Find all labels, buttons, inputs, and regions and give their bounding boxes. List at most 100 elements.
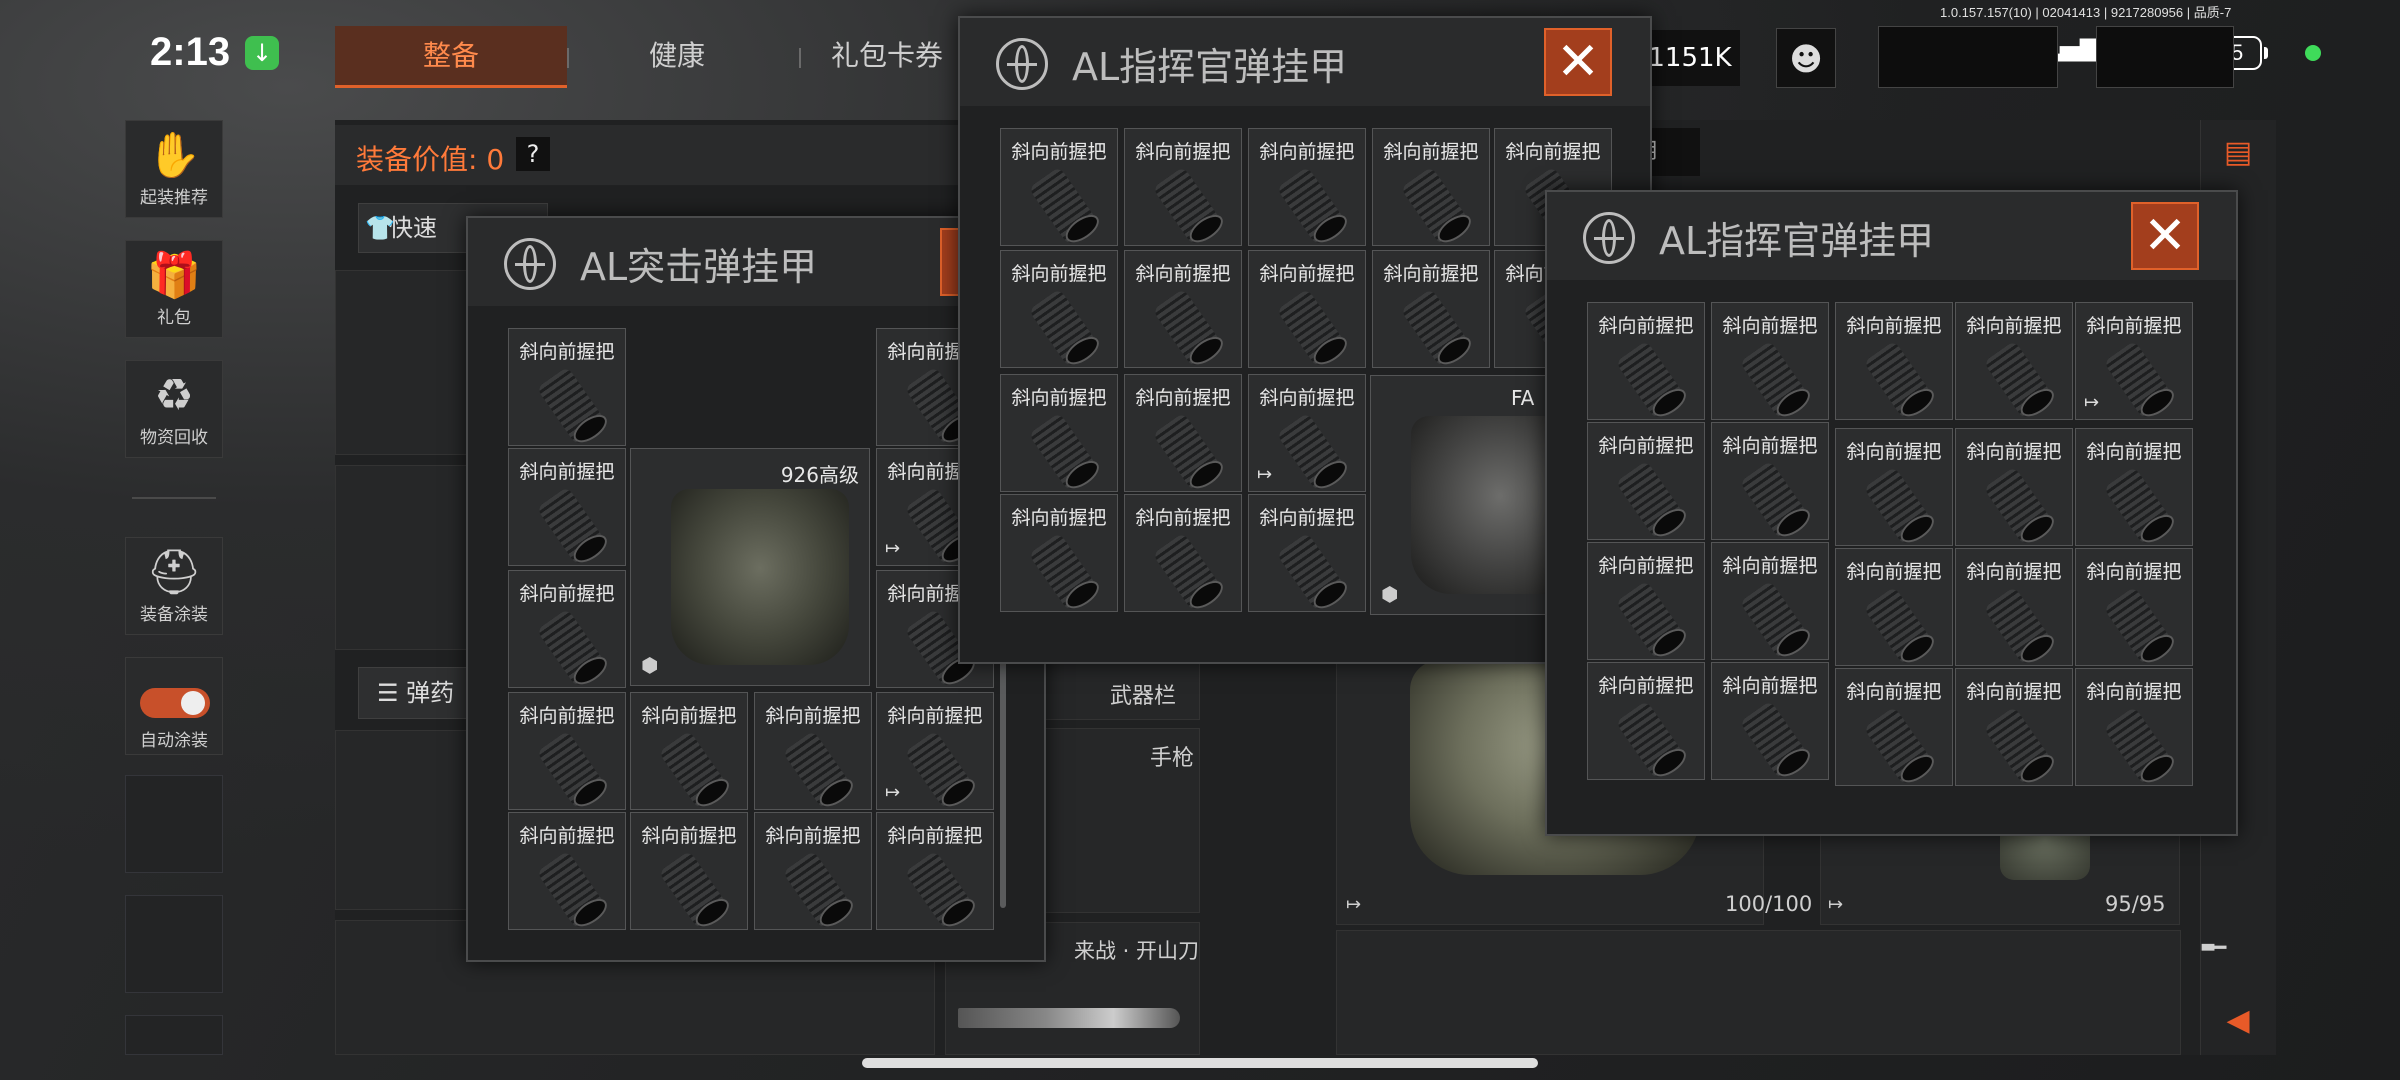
rifle-icon[interactable]: ╾ xyxy=(2202,925,2226,971)
foregrip-image xyxy=(536,850,608,930)
container-window-commander-rig: AL指挥官弹挂甲 ✕ 斜向前握把 斜向前握把 斜向前握把 斜向前握把 斜向前握把 ↦ 斜向前… xyxy=(1545,190,2238,836)
tab-health[interactable]: 健康 xyxy=(567,26,787,88)
gift-icon: 🎁 xyxy=(146,250,202,301)
unequip-icon[interactable]: ↦ xyxy=(2084,392,2099,413)
inventory-item-foregrip[interactable]: 斜向前握把 xyxy=(1955,302,2073,420)
foregrip-image xyxy=(1615,580,1687,660)
item-label: 斜向前握把 xyxy=(765,705,861,727)
item-label: 斜向前握把 xyxy=(1135,387,1231,409)
inventory-item-foregrip[interactable]: 斜向前握把 ↦ xyxy=(876,692,994,810)
inventory-item-foregrip[interactable]: 斜向前握把 xyxy=(2075,428,2193,546)
sidebar-item-label: 礼包 xyxy=(157,308,191,328)
currency-display[interactable]: 1151K xyxy=(1640,30,1740,86)
shirt-icon: 👕 xyxy=(365,214,395,242)
item-label: 斜向前握把 xyxy=(2086,441,2182,463)
tab-equip[interactable]: 整备 xyxy=(335,26,567,88)
inventory-item-foregrip[interactable]: 斜向前握把 xyxy=(1248,128,1366,246)
inventory-item-foregrip[interactable]: 斜向前握把 xyxy=(1124,250,1242,368)
inventory-item-foregrip[interactable]: 斜向前握把 xyxy=(508,448,626,566)
inventory-item-foregrip[interactable]: 斜向前握把 xyxy=(1835,548,1953,666)
weapon-slot-label: 武器栏 xyxy=(1110,684,1177,709)
unequip-icon[interactable]: ↦ xyxy=(1346,894,1361,915)
inventory-item-foregrip[interactable]: 斜向前握把 ↦ xyxy=(1248,374,1366,492)
inventory-item-foregrip[interactable]: 斜向前握把 xyxy=(1955,668,2073,786)
storage-slot[interactable] xyxy=(1336,930,2181,1055)
unequip-icon[interactable]: ↦ xyxy=(1828,894,1843,915)
collapse-arrow-icon[interactable]: ◀ xyxy=(2204,990,2272,1052)
vest-durability: 100/100 xyxy=(1725,892,1813,916)
inventory-item-foregrip[interactable]: 斜向前握把 xyxy=(1955,428,2073,546)
inventory-item-foregrip[interactable]: 斜向前握把 xyxy=(1835,428,1953,546)
header-button[interactable] xyxy=(1878,26,2058,88)
gear-slot-helmet[interactable] xyxy=(335,270,475,455)
inventory-item-foregrip[interactable]: 斜向前握把 xyxy=(1711,422,1829,540)
inventory-item-foregrip[interactable]: 斜向前握把 xyxy=(508,570,626,688)
inventory-item-foregrip[interactable]: 斜向前握把 xyxy=(754,812,872,930)
inventory-item-foregrip[interactable]: 斜向前握把 xyxy=(2075,668,2193,786)
inventory-item-foregrip[interactable]: 斜向前握把 xyxy=(1248,250,1366,368)
nav-divider xyxy=(567,48,569,68)
ammo-button[interactable]: ☰ 弹药 xyxy=(358,667,478,719)
inventory-bag-item[interactable]: 926高级 ⬢ xyxy=(630,448,870,686)
item-label: 斜向前握把 xyxy=(1383,141,1479,163)
inventory-item-foregrip[interactable]: 斜向前握把 xyxy=(1000,250,1118,368)
header-button[interactable] xyxy=(2096,26,2234,88)
item-label: 斜向前握把 xyxy=(641,705,737,727)
inventory-item-foregrip[interactable]: 斜向前握把 xyxy=(1587,542,1705,660)
inventory-item-foregrip[interactable]: 斜向前握把 xyxy=(1000,128,1118,246)
item-label: 斜向前握把 xyxy=(1966,441,2062,463)
gear-slot-mask[interactable] xyxy=(335,465,475,650)
foregrip-image xyxy=(1739,340,1811,420)
inventory-item-foregrip[interactable]: 斜向前握把 xyxy=(1711,542,1829,660)
inventory-item-foregrip[interactable]: 斜向前握把 xyxy=(1955,548,2073,666)
inventory-item-foregrip[interactable]: 斜向前握把 xyxy=(754,692,872,810)
sidebar-item-loadout-recommend[interactable]: ✋ 起装推荐 xyxy=(125,120,223,218)
sidebar-item-equip-paint[interactable]: ⛑ 装备涂装 xyxy=(125,537,223,635)
inventory-item-foregrip[interactable]: 斜向前握把 xyxy=(1711,662,1829,780)
unequip-icon[interactable]: ↦ xyxy=(1257,464,1272,485)
item-label: 斜向前握把 xyxy=(2086,561,2182,583)
inventory-item-foregrip[interactable]: 斜向前握把 xyxy=(1124,374,1242,492)
home-indicator[interactable] xyxy=(862,1058,1538,1068)
foregrip-image xyxy=(904,850,976,930)
sidebar-item-label: 自动涂装 xyxy=(140,731,208,751)
help-button[interactable]: ? xyxy=(516,137,550,171)
unequip-icon[interactable]: ↦ xyxy=(885,538,900,559)
inventory-item-foregrip[interactable]: 斜向前握把 xyxy=(1124,128,1242,246)
toggle-knob xyxy=(181,691,205,715)
inventory-item-foregrip[interactable]: 斜向前握把 xyxy=(1372,128,1490,246)
inventory-item-foregrip[interactable]: 斜向前握把 xyxy=(1000,374,1118,492)
close-button[interactable]: ✕ xyxy=(1544,28,1612,96)
sidebar-item-recycle[interactable]: ♻ 物资回收 xyxy=(125,360,223,458)
inventory-item-foregrip[interactable]: 斜向前握把 xyxy=(630,812,748,930)
inventory-item-foregrip[interactable]: 斜向前握把 xyxy=(1711,302,1829,420)
inventory-item-foregrip[interactable]: 斜向前握把 xyxy=(508,692,626,810)
sidebar-item-gift[interactable]: 🎁 礼包 xyxy=(125,240,223,338)
inventory-item-foregrip[interactable]: 斜向前握把 xyxy=(1835,302,1953,420)
inventory-item-foregrip[interactable]: 斜向前握把 xyxy=(630,692,748,810)
foregrip-image xyxy=(1983,340,2055,420)
inventory-item-foregrip[interactable]: 斜向前握把 xyxy=(508,328,626,446)
inventory-item-foregrip[interactable]: 斜向前握把 xyxy=(1000,494,1118,612)
sort-icon[interactable]: ▤ xyxy=(2204,125,2272,181)
inventory-item-foregrip[interactable]: 斜向前握把 xyxy=(508,812,626,930)
item-label: 斜向前握把 xyxy=(1598,435,1694,457)
inventory-item-foregrip[interactable]: 斜向前握把 xyxy=(1372,250,1490,368)
inventory-item-foregrip[interactable]: 斜向前握把 xyxy=(1248,494,1366,612)
foregrip-image xyxy=(1739,460,1811,540)
inventory-item-foregrip[interactable]: 斜向前握把 xyxy=(1587,662,1705,780)
inventory-item-foregrip[interactable]: 斜向前握把 xyxy=(1587,302,1705,420)
tab-gift-coupons[interactable]: 礼包卡券 xyxy=(787,26,987,88)
inventory-item-foregrip[interactable]: 斜向前握把 xyxy=(1835,668,1953,786)
close-button[interactable]: ✕ xyxy=(2131,202,2199,270)
inventory-item-foregrip[interactable]: 斜向前握把 xyxy=(1124,494,1242,612)
item-label: 斜向前握把 xyxy=(887,705,983,727)
inventory-item-foregrip[interactable]: 斜向前握把 xyxy=(2075,548,2193,666)
avatar-button[interactable]: ☻ xyxy=(1776,28,1836,88)
unequip-icon[interactable]: ↦ xyxy=(885,782,900,803)
inventory-item-foregrip[interactable]: 斜向前握把 ↦ xyxy=(2075,302,2193,420)
inventory-item-foregrip[interactable]: 斜向前握把 xyxy=(876,812,994,930)
download-icon: ↓ xyxy=(245,36,279,70)
inventory-item-foregrip[interactable]: 斜向前握把 xyxy=(1587,422,1705,540)
sidebar-empty-slot xyxy=(125,775,223,873)
